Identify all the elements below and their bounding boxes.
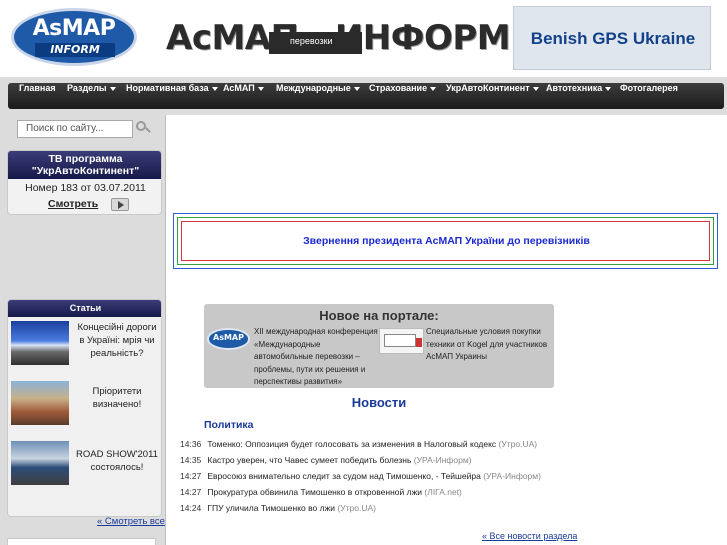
news-source: (ЛІГА.net) [424, 487, 462, 497]
search-input[interactable]: Поиск по сайту... [17, 120, 133, 138]
news-headline[interactable]: Томенко: Оппозиция будет голосовать за и… [207, 439, 496, 449]
asmap-mini-logo[interactable]: AsMAP [207, 328, 250, 350]
caret-down-icon [353, 86, 360, 91]
nav-item-asmap[interactable]: АсМАП [223, 83, 264, 93]
tv-program-box: ТВ программа "УкрАвтоКонтинент" Номер 18… [7, 150, 162, 215]
articles-see-all-link[interactable]: « Смотреть все [97, 516, 165, 527]
tv-watch-link[interactable]: Смотреть [48, 198, 98, 210]
articles-box: Статьи Концесійні дороги в Україні: мрія… [7, 299, 162, 517]
search-icon-circle [136, 121, 146, 131]
appeal-frame-mid: Звернення президента АсМАП України до пе… [177, 217, 714, 265]
truck-trailer [384, 334, 416, 347]
news-source: (УРА-Информ) [413, 455, 472, 465]
nav-item-label: Фотогалерея [620, 83, 678, 93]
ad-banner[interactable]: Benish GPS Ukraine [513, 6, 711, 70]
new-on-portal-title: Новое на портале: [319, 308, 439, 323]
sidebar-next-box [7, 538, 156, 545]
article-thumbnail[interactable] [11, 321, 69, 365]
news-item[interactable]: 14:27 Евросоюз внимательно следит за суд… [180, 471, 541, 481]
nav-item-label: Нормативная база [126, 83, 209, 93]
article-thumbnail[interactable] [11, 381, 69, 425]
nav-item-label: УкрАвтоКонтинент [446, 83, 530, 93]
truck-image[interactable] [379, 328, 424, 354]
nav-item-international[interactable]: Международные [276, 83, 360, 93]
news-headline[interactable]: Кастро уверен, что Чавес сумеет победить… [207, 455, 411, 465]
article-thumbnail[interactable] [11, 441, 69, 485]
nav-item-label: Автотехника [546, 83, 603, 93]
tv-title: ТВ программа "УкрАвтоКонтинент" [8, 153, 161, 177]
caret-down-icon [532, 86, 539, 91]
nav-item-normative[interactable]: Нормативная база [126, 83, 218, 93]
nav-item-autotech[interactable]: Автотехника [546, 83, 612, 93]
caret-down-icon [605, 86, 612, 91]
news-time: 14:27 [180, 471, 202, 481]
appeal-frame-inner: Звернення президента АсМАП України до пе… [181, 221, 710, 261]
nav-item-label: АсМАП [223, 83, 255, 93]
article-title[interactable]: Пріоритети визначено! [74, 385, 160, 411]
news-headline[interactable]: Прокуратура обвинила Тимошенко в открове… [207, 487, 422, 497]
nav-item-label: Страхование [369, 83, 428, 93]
news-source: (Утро.UA) [498, 439, 538, 449]
header: AsMAP INFORM АсМАП - ИНФОРМ Benish GPS U… [0, 0, 727, 76]
tv-title-line2: "УкрАвтоКонтинент" [31, 165, 140, 177]
caret-down-icon [430, 86, 437, 91]
nav-item-home[interactable]: Главная [19, 83, 56, 93]
nav-dropdown-international[interactable]: перевозки [269, 32, 362, 54]
nav-dropdown-text: перевозки [290, 36, 333, 46]
articles-header: Статьи [8, 300, 161, 317]
tv-box-header: ТВ программа "УкрАвтоКонтинент" [8, 151, 161, 179]
banner-text: Benish GPS Ukraine [530, 29, 696, 48]
article-item[interactable]: Пріоритети визначено! [8, 378, 161, 438]
appeal-frame: Звернення президента АсМАП України до пе… [173, 213, 718, 269]
news-time: 14:24 [180, 503, 202, 513]
article-item[interactable]: ROAD SHOW'2011 состоялось! [8, 438, 161, 498]
truck-cab [416, 338, 422, 347]
asmap-inform-logo[interactable]: AsMAP INFORM [11, 8, 137, 66]
search-icon-handle [145, 127, 151, 133]
sidebar: Поиск по сайту... ТВ программа "УкрАвтоК… [0, 115, 166, 545]
news-time: 14:36 [180, 439, 202, 449]
play-icon[interactable] [111, 198, 129, 211]
nav-item-gallery[interactable]: Фотогалерея [620, 83, 678, 93]
main-nav: Главная Разделы Нормативная база АсМАП М… [0, 77, 727, 115]
nav-item-label: Международные [276, 83, 351, 93]
tv-title-line1: ТВ программа [48, 153, 123, 165]
articles-title: Статьи [69, 303, 102, 313]
news-item[interactable]: 14:24 ГПУ уличила Тимошенко во лжи (Утро… [180, 503, 376, 513]
news-source: (УРА-Информ) [483, 471, 541, 481]
caret-down-icon [211, 86, 218, 91]
article-item[interactable]: Концесійні дороги в Україні: мрія чи реа… [8, 318, 161, 378]
caret-down-icon [109, 86, 116, 91]
new-item-kogel[interactable]: Специальные условия покупки техники от K… [426, 326, 552, 364]
logo-sub-text: INFORM [35, 43, 115, 57]
all-news-link[interactable]: « Все новости раздела [482, 531, 577, 541]
news-time: 14:27 [180, 487, 202, 497]
news-source: (Утро.UA) [337, 503, 376, 513]
nav-item-label: Главная [19, 83, 56, 93]
news-item[interactable]: 14:35 Кастро уверен, что Чавес сумеет по… [180, 455, 472, 465]
news-time: 14:35 [180, 455, 202, 465]
nav-item-label: Разделы [67, 83, 107, 93]
new-on-portal-box: Новое на портале: AsMAP XII международна… [204, 304, 554, 388]
search-icon[interactable] [136, 121, 151, 135]
new-item-conference[interactable]: XII международная конференция «Междунаро… [254, 326, 380, 389]
news-headline[interactable]: Евросоюз внимательно следит за судом над… [207, 471, 480, 481]
mini-logo-text: AsMAP [213, 333, 244, 342]
news-item[interactable]: 14:36 Томенко: Оппозиция будет голосоват… [180, 439, 537, 449]
tv-issue: Номер 183 от 03.07.2011 [25, 182, 146, 194]
news-item[interactable]: 14:27 Прокуратура обвинила Тимошенко в о… [180, 487, 462, 497]
article-title[interactable]: Концесійні дороги в Україні: мрія чи реа… [74, 321, 160, 360]
nav-item-insurance[interactable]: Страхование [369, 83, 437, 93]
caret-down-icon [257, 86, 264, 91]
news-title: Новости [351, 395, 407, 410]
article-title[interactable]: ROAD SHOW'2011 состоялось! [74, 448, 160, 474]
appeal-link[interactable]: Звернення президента АсМАП України до пе… [182, 235, 711, 247]
nav-item-sections[interactable]: Разделы [67, 83, 116, 93]
news-section-politics[interactable]: Политика [204, 419, 254, 431]
logo-main-text: AsMAP [32, 16, 116, 41]
news-headline[interactable]: ГПУ уличила Тимошенко во лжи [207, 503, 335, 513]
nav-item-ukravtokontinent[interactable]: УкрАвтоКонтинент [446, 83, 539, 93]
